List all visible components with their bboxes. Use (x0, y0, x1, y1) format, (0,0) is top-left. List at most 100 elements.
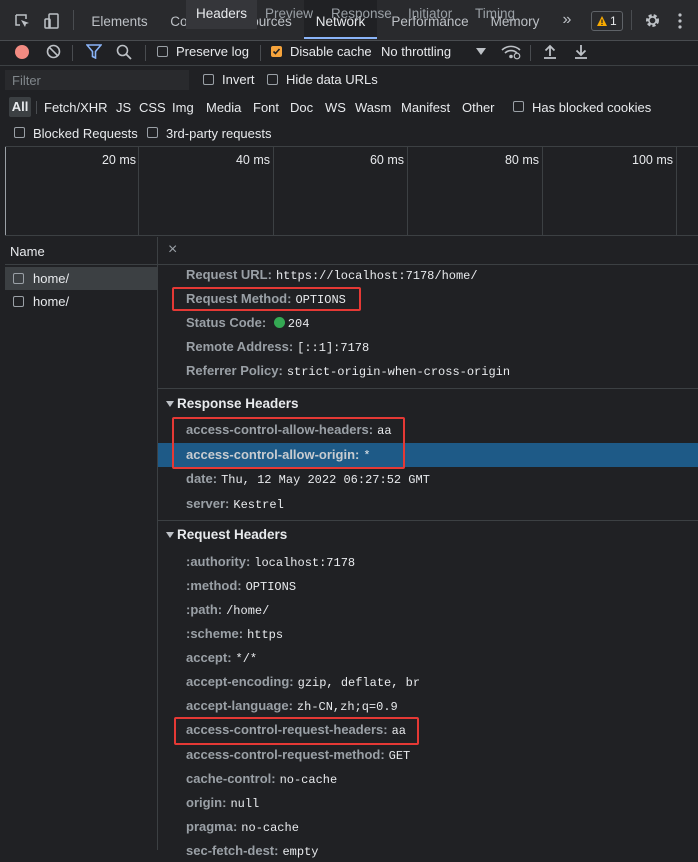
network-conditions-icon[interactable] (501, 44, 521, 60)
third-party-requests-checkbox[interactable] (147, 127, 158, 138)
request-name: home/ (33, 294, 70, 309)
has-blocked-cookies-label: Has blocked cookies (532, 100, 652, 115)
request-list: Name home/ home/ (5, 237, 158, 850)
request-row[interactable]: home/ (5, 267, 158, 290)
header-value: GET (388, 749, 411, 763)
header-value: null (230, 797, 260, 811)
filter-type-doc[interactable]: Doc (290, 100, 313, 115)
clear-icon[interactable] (46, 44, 61, 59)
tab-preview[interactable]: Preview (265, 0, 313, 28)
response-header-row: date: Thu, 12 May 2022 06:27:52 GMT (186, 469, 430, 489)
more-options-icon[interactable] (677, 13, 683, 29)
status-ok-icon (273, 317, 285, 328)
request-header-row: sec-fetch-dest: empty (186, 841, 318, 861)
filter-type-js[interactable]: JS (116, 100, 131, 115)
header-key: origin: (186, 795, 227, 810)
hide-data-urls-label: Hide data URLs (286, 72, 378, 87)
filter-type-css[interactable]: CSS (139, 100, 166, 115)
disable-cache-checkbox[interactable] (271, 46, 282, 57)
divider (145, 45, 146, 61)
filter-type-media[interactable]: Media (206, 100, 241, 115)
tab-elements[interactable]: Elements (83, 0, 156, 40)
response-header-row: server: Kestrel (186, 494, 284, 514)
filter-type-all[interactable]: All (9, 97, 31, 117)
header-row-status-code: Status Code: 204 (186, 313, 309, 333)
request-header-row: access-control-request-method: GET (186, 745, 410, 765)
request-header-row: :method: OPTIONS (186, 576, 296, 596)
tab-timing[interactable]: Timing (475, 0, 515, 28)
request-headers-toggle[interactable]: Request Headers (166, 527, 287, 542)
triangle-down-icon (166, 401, 174, 407)
export-har-icon[interactable] (574, 44, 588, 59)
request-row[interactable]: home/ (5, 290, 158, 313)
blocked-requests-label: Blocked Requests (33, 126, 138, 141)
header-value: empty (282, 845, 319, 859)
response-headers-toggle[interactable]: Response Headers (166, 396, 299, 411)
throttling-select[interactable]: No throttling (381, 44, 451, 59)
tab-headers[interactable]: Headers (186, 0, 258, 29)
filter-input[interactable]: Filter (5, 70, 189, 90)
hide-data-urls-checkbox[interactable] (267, 74, 278, 85)
filter-type-img[interactable]: Img (172, 100, 194, 115)
device-toolbar-icon[interactable] (43, 12, 61, 30)
tab-response[interactable]: Response (331, 0, 392, 28)
has-blocked-cookies-checkbox[interactable] (513, 101, 524, 112)
header-value: Thu, 12 May 2022 06:27:52 GMT (221, 473, 430, 487)
filter-type-other[interactable]: Other (462, 100, 495, 115)
request-header-row: :scheme: https (186, 624, 283, 644)
timeline-overview[interactable]: 20 ms 40 ms 60 ms 80 ms 100 ms (5, 146, 698, 236)
request-list-header[interactable]: Name (5, 237, 157, 265)
chevron-down-icon[interactable] (476, 48, 486, 55)
header-key: Request URL: (186, 267, 272, 282)
filter-type-fetch-xhr[interactable]: Fetch/XHR (44, 100, 108, 115)
header-key: Referrer Policy: (186, 363, 283, 378)
filter-type-font[interactable]: Font (253, 100, 279, 115)
triangle-down-icon (166, 532, 174, 538)
resource-doc-icon (13, 296, 24, 307)
close-details-button[interactable]: × (168, 241, 177, 259)
header-key: Remote Address: (186, 339, 294, 354)
request-header-row: pragma: no-cache (186, 817, 299, 837)
section-title: Response Headers (177, 396, 299, 411)
timeline-cursor (5, 147, 6, 235)
filter-type-wasm[interactable]: Wasm (355, 100, 391, 115)
header-value: Kestrel (233, 498, 284, 512)
header-key: :scheme: (186, 626, 244, 641)
column-header-name: Name (10, 244, 45, 259)
header-value: [::1]:7178 (297, 341, 370, 355)
tab-initiator[interactable]: Initiator (408, 0, 452, 28)
warning-count: 1 (610, 14, 617, 28)
warnings-badge[interactable]: 1 (591, 11, 623, 31)
header-value: localhost:7178 (254, 556, 356, 570)
divider (530, 45, 531, 61)
preserve-log-checkbox[interactable] (157, 46, 168, 57)
header-key: access-control-request-method: (186, 747, 385, 762)
timeline-gridline (407, 147, 408, 235)
filter-placeholder: Filter (12, 73, 41, 88)
header-key: sec-fetch-dest: (186, 843, 279, 858)
header-value: https (247, 628, 284, 642)
filter-type-ws[interactable]: WS (325, 100, 346, 115)
header-value: */* (235, 652, 258, 666)
header-value: gzip, deflate, br (297, 676, 421, 690)
search-icon[interactable] (116, 44, 132, 60)
more-tabs-button[interactable]: » (556, 0, 578, 40)
timeline-tick-label: 20 ms (101, 153, 136, 167)
filter-type-manifest[interactable]: Manifest (401, 100, 450, 115)
timeline-tick-label: 40 ms (235, 153, 270, 167)
invert-checkbox[interactable] (203, 74, 214, 85)
request-header-row: :authority: localhost:7178 (186, 552, 355, 572)
header-row-remote-address: Remote Address: [::1]:7178 (186, 337, 369, 357)
header-key: :authority: (186, 554, 251, 569)
blocked-requests-checkbox[interactable] (14, 127, 25, 138)
timeline-gridline (542, 147, 543, 235)
filter-icon[interactable] (86, 44, 102, 59)
header-value: no-cache (241, 821, 299, 835)
settings-gear-icon[interactable] (644, 12, 661, 29)
request-header-row: :path:/home/ (186, 600, 269, 620)
record-icon[interactable] (14, 44, 30, 60)
import-har-icon[interactable] (543, 44, 557, 59)
inspect-element-icon[interactable] (14, 13, 30, 29)
divider (631, 10, 632, 30)
header-key: date: (186, 471, 218, 486)
